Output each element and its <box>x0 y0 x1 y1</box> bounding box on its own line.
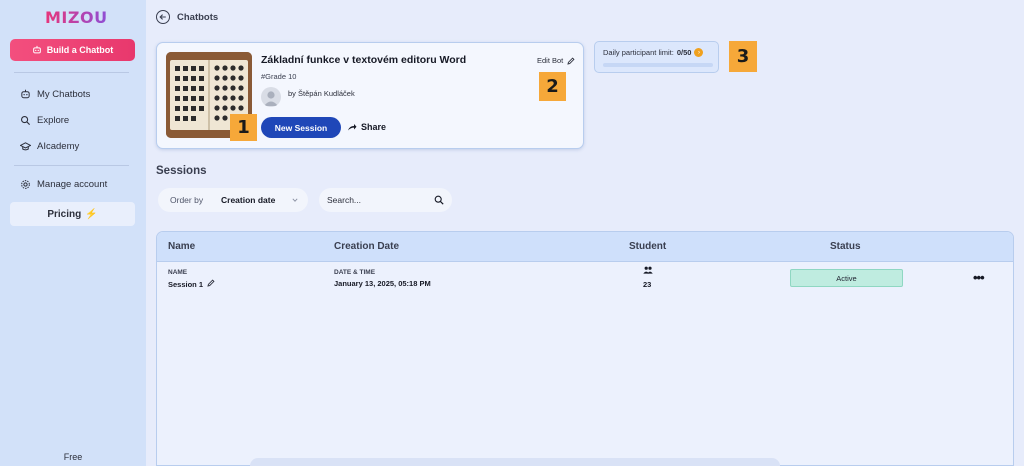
session-date: January 13, 2025, 05:18 PM <box>334 279 431 288</box>
mizou-logo[interactable]: MIZOU <box>45 8 108 27</box>
bottom-scroll-bar <box>250 458 780 466</box>
share-button[interactable]: Share <box>347 122 386 132</box>
share-label: Share <box>361 122 387 132</box>
lightning-icon: ⚡ <box>85 208 98 220</box>
sessions-heading: Sessions <box>156 165 207 177</box>
edit-bot-button[interactable]: Edit Bot <box>537 56 575 65</box>
robot-icon <box>32 45 41 54</box>
sidebar-item-label: Explore <box>37 115 70 126</box>
daily-limit-progress <box>603 63 713 67</box>
chatbot-icon <box>21 89 30 99</box>
sidebar-item-manage-account[interactable]: Manage account <box>20 179 107 190</box>
edit-bot-label: Edit Bot <box>537 56 564 65</box>
search-icon <box>21 116 31 126</box>
sidebar-item-label: AIcademy <box>37 141 80 152</box>
users-icon <box>643 266 653 274</box>
sidebar: MIZOU Build a Chatbot My Chatbots Explor… <box>0 0 146 466</box>
sidebar-item-label: My Chatbots <box>37 89 91 100</box>
column-header-student[interactable]: Student <box>629 241 666 252</box>
back-to-chatbots[interactable]: Chatbots <box>156 10 218 24</box>
order-by-value: Creation date <box>221 195 276 205</box>
daily-limit-value: 0/50 <box>676 48 692 57</box>
graduation-cap-icon <box>20 142 31 151</box>
student-count: 23 <box>643 280 652 289</box>
arrow-left-icon <box>156 10 170 24</box>
order-by-select[interactable]: Order by Creation date <box>158 188 308 212</box>
chatbot-card: Základní funkce v textovém editoru Word … <box>156 42 584 149</box>
date-cell-label: DATE & TIME <box>334 269 376 276</box>
order-by-label: Order by <box>170 195 204 205</box>
name-cell-label: NAME <box>168 269 188 276</box>
column-header-date[interactable]: Creation Date <box>334 241 399 252</box>
plan-label: Free <box>63 452 83 462</box>
sidebar-item-my-chatbots[interactable]: My Chatbots <box>20 89 90 100</box>
grade-tag: #Grade 10 <box>261 72 297 81</box>
build-chatbot-button[interactable]: Build a Chatbot <box>10 39 135 61</box>
chatbot-title: Základní funkce v textovém editoru Word <box>261 54 467 66</box>
search-input[interactable] <box>327 195 427 205</box>
daily-limit-card: Daily participant limit: 0/50 › <box>594 41 719 73</box>
annotation-badge-1: 1 <box>230 114 257 141</box>
chevron-down-icon <box>292 198 298 202</box>
build-chatbot-label: Build a Chatbot <box>46 45 114 55</box>
search-box[interactable] <box>319 188 452 212</box>
sidebar-item-label: Manage account <box>37 179 108 190</box>
sidebar-item-explore[interactable]: Explore <box>20 115 69 126</box>
sidebar-divider <box>14 165 129 166</box>
pencil-icon <box>567 56 575 65</box>
pencil-icon[interactable] <box>207 279 215 289</box>
status-badge: Active <box>790 269 903 287</box>
search-icon[interactable] <box>434 195 444 205</box>
sidebar-item-aicademy[interactable]: AIcademy <box>20 141 79 152</box>
arrow-right-icon[interactable]: › <box>694 48 704 57</box>
breadcrumb-label: Chatbots <box>177 11 219 23</box>
session-name-text: Session 1 <box>168 279 204 289</box>
pricing-label: Pricing <box>47 208 82 220</box>
column-header-status[interactable]: Status <box>830 241 861 252</box>
share-arrow-icon <box>348 124 357 131</box>
avatar <box>261 87 281 107</box>
daily-limit-label: Daily participant limit: <box>603 48 674 57</box>
author-name: by Štěpán Kudláček <box>288 89 355 98</box>
new-session-button[interactable]: New Session <box>261 117 341 138</box>
session-name: Session 1 <box>168 279 215 289</box>
table-header: Name Creation Date Student Status <box>157 232 1013 262</box>
annotation-badge-2: 2 <box>539 72 566 101</box>
gear-icon <box>21 180 30 189</box>
more-options-icon[interactable]: ••• <box>973 270 985 285</box>
sidebar-divider <box>14 72 129 73</box>
column-header-name[interactable]: Name <box>168 241 195 252</box>
pricing-button[interactable]: Pricing ⚡ <box>10 202 135 226</box>
annotation-badge-3: 3 <box>729 41 757 72</box>
sessions-table: Name Creation Date Student Status NAME S… <box>156 231 1014 466</box>
